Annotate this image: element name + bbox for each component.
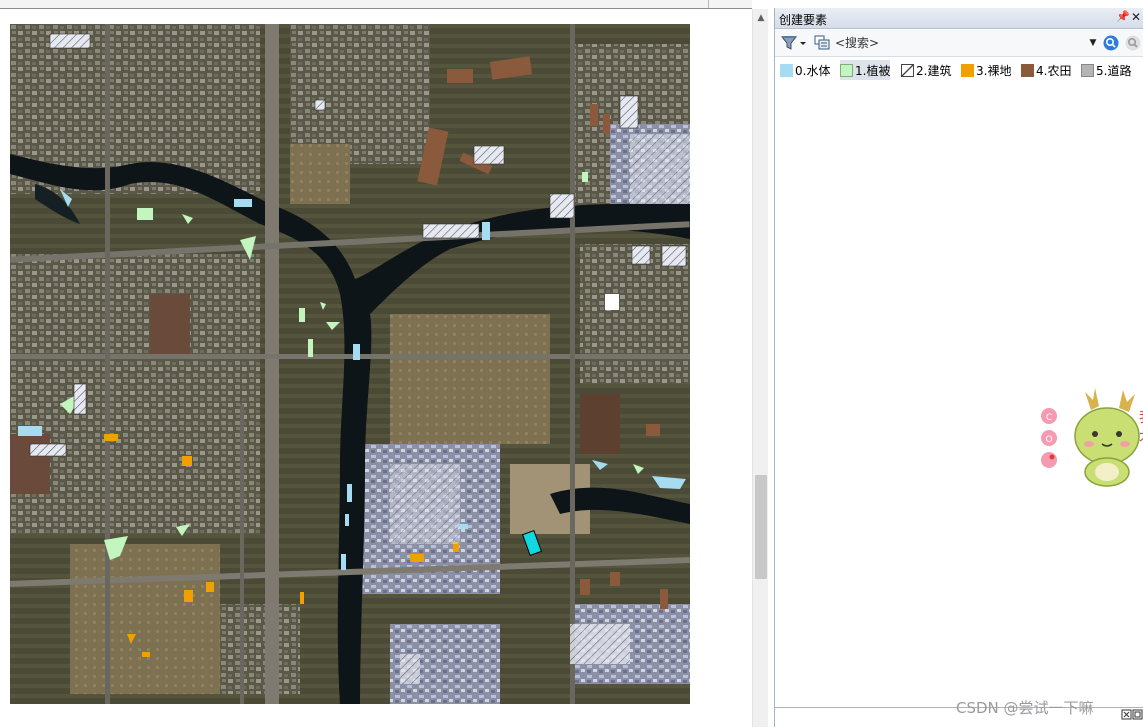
template-item-farmland[interactable]: 4.农田 — [1021, 60, 1071, 80]
template-item-water[interactable]: 0.水体 — [780, 60, 830, 80]
scroll-up-arrow-icon[interactable]: ▲ — [753, 9, 769, 27]
magnifier-icon — [1103, 35, 1119, 51]
search-dropdown-arrow-icon[interactable]: ▼ — [1087, 34, 1099, 52]
organize-templates-button[interactable] — [813, 34, 831, 52]
pane-header: 创建要素 📌 ✕ — [775, 8, 1143, 29]
corner-resize-icons[interactable] — [1121, 709, 1143, 721]
template-label: 3.裸地 — [976, 63, 1012, 78]
close-icon[interactable]: ✕ — [1130, 10, 1142, 24]
bare-land-swatch-icon — [961, 63, 974, 77]
filter-dropdown-button[interactable] — [780, 34, 808, 52]
map-vertical-scrollbar[interactable]: ▲ — [752, 9, 769, 727]
clear-search-button[interactable] — [1124, 34, 1142, 52]
satellite-image — [10, 24, 690, 704]
template-item-bare-land[interactable]: 3.裸地 — [961, 60, 1011, 80]
map-view[interactable] — [0, 0, 752, 727]
map-top-strip — [0, 0, 752, 9]
scrollbar-thumb[interactable] — [755, 475, 767, 579]
search-button[interactable] — [1102, 34, 1120, 52]
svg-text:O: O — [1045, 435, 1052, 445]
window-restore-icon — [1121, 709, 1143, 720]
svg-text:C: C — [1046, 413, 1052, 423]
template-label: 1.植被 — [855, 63, 891, 78]
feature-template-list: 0.水体 1.植被 2.建筑 3.裸地 4.农田 5.道路 — [775, 60, 1143, 84]
dragon-mascot-icon: C O 我 才 — [1041, 388, 1143, 487]
template-item-building[interactable]: 2.建筑 — [901, 60, 951, 80]
vegetation-swatch-icon — [840, 63, 853, 77]
search-input[interactable]: <搜索> — [835, 34, 1097, 52]
svg-text:才: 才 — [1139, 430, 1143, 446]
top-strip-separator — [708, 0, 709, 8]
satellite-raster[interactable] — [10, 24, 690, 704]
pin-icon[interactable]: 📌 — [1116, 10, 1130, 24]
template-item-road[interactable]: 5.道路 — [1081, 60, 1131, 80]
create-features-pane: 创建要素 📌 ✕ <搜索> ▼ 0.水体 1.植被 2.建筑 3.裸地 4.农田… — [774, 8, 1143, 728]
clear-search-icon — [1125, 35, 1141, 51]
template-label: 5.道路 — [1096, 63, 1132, 78]
template-label: 4.农田 — [1036, 63, 1072, 78]
mascot-sticker: C O 我 才 — [1039, 384, 1143, 488]
svg-text:我: 我 — [1139, 410, 1143, 426]
watermark-text: CSDN @尝试一下嘛 — [956, 699, 1094, 717]
pane-title: 创建要素 — [779, 13, 828, 27]
farmland-swatch-icon — [1021, 63, 1034, 77]
filter-dropdown-icon — [780, 36, 806, 50]
building-swatch-icon — [901, 63, 914, 77]
template-label: 2.建筑 — [916, 63, 952, 78]
template-label: 0.水体 — [795, 63, 831, 78]
water-swatch-icon — [780, 63, 793, 77]
template-item-vegetation[interactable]: 1.植被 — [840, 60, 891, 80]
pane-toolbar: <搜索> ▼ — [775, 30, 1143, 57]
organize-templates-icon — [814, 35, 830, 50]
road-swatch-icon — [1081, 63, 1094, 77]
